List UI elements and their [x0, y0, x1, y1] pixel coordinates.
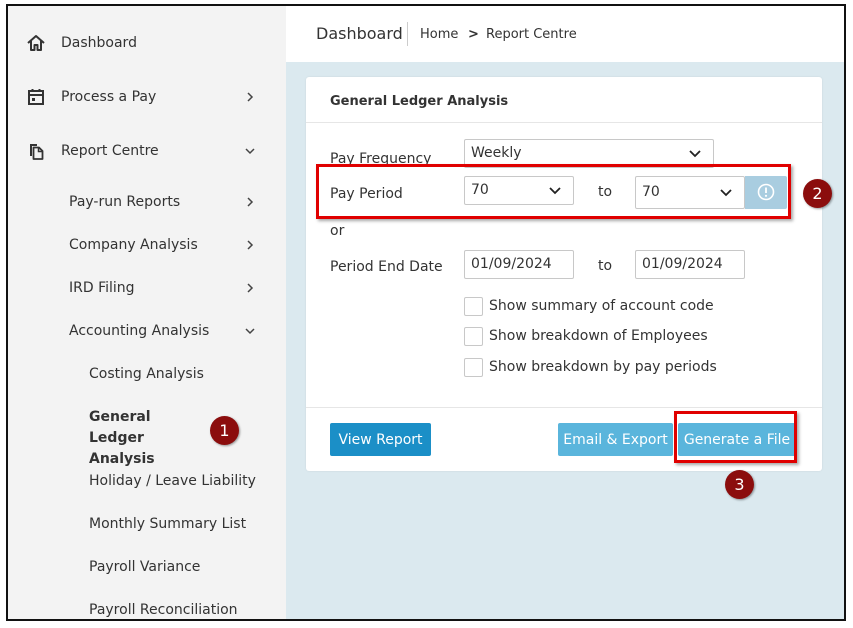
sidebar-item-payroll-reconciliation[interactable]: Payroll Reconciliation — [8, 590, 286, 619]
sidebar-item-pay-run-reports[interactable]: Pay-run Reports — [8, 182, 286, 222]
pay-frequency-value: Weekly — [471, 145, 522, 161]
annotation-box-pay-period — [316, 164, 791, 219]
breakdown-pay-periods-checkbox[interactable] — [464, 357, 483, 377]
annotation-box-generate-file — [674, 411, 797, 463]
breadcrumb-separator: > — [468, 27, 479, 42]
annotation-marker-2: 2 — [803, 179, 832, 208]
chevron-right-icon — [247, 197, 254, 207]
header-divider — [407, 22, 408, 46]
checkbox-label: Show breakdown of Employees — [489, 328, 708, 344]
sidebar-item-process-a-pay[interactable]: Process a Pay — [8, 77, 286, 117]
checkbox-row-breakdown-employees[interactable]: Show breakdown of Employees — [464, 325, 708, 347]
sidebar-item-label: Company Analysis — [69, 237, 198, 253]
home-icon — [27, 35, 45, 51]
sidebar-item-label: Holiday / Leave Liability — [89, 473, 256, 489]
sidebar-item-report-centre[interactable]: Report Centre — [8, 131, 286, 171]
sidebar-item-label: Payroll Reconciliation — [89, 602, 238, 618]
checkbox-label: Show summary of account code — [489, 298, 714, 314]
sidebar-item-label: Monthly Summary List — [89, 516, 247, 532]
sidebar-item-holiday-leave-liability[interactable]: Holiday / Leave Liability — [8, 461, 286, 501]
page-title: Dashboard — [316, 24, 403, 43]
period-end-date-from-value: 01/09/2024 — [471, 256, 552, 272]
sidebar-item-label: Report Centre — [61, 143, 159, 159]
chevron-down-icon — [689, 150, 701, 158]
documents-icon — [30, 144, 44, 160]
chevron-right-icon — [247, 92, 254, 102]
period-end-date-from-input[interactable]: 01/09/2024 — [464, 250, 574, 279]
sidebar-item-label: Accounting Analysis — [69, 323, 210, 339]
chevron-right-icon — [247, 283, 254, 293]
breadcrumb-home[interactable]: Home — [420, 27, 458, 42]
period-end-date-to-value: 01/09/2024 — [642, 256, 723, 272]
sidebar-item-label: Pay-run Reports — [69, 194, 181, 210]
breadcrumb-current: Report Centre — [486, 27, 577, 42]
sidebar-item-costing-analysis[interactable]: Costing Analysis — [8, 354, 286, 394]
card-divider — [306, 122, 822, 123]
card-title: General Ledger Analysis — [330, 94, 509, 109]
summary-account-code-checkbox[interactable] — [464, 296, 483, 316]
or-label: or — [330, 223, 345, 239]
page-header: Dashboard Home > Report Centre — [286, 6, 844, 62]
sidebar-item-company-analysis[interactable]: Company Analysis — [8, 225, 286, 265]
view-report-button[interactable]: View Report — [330, 423, 431, 456]
sidebar-item-label: IRD Filing — [69, 280, 135, 296]
sidebar-item-payroll-variance[interactable]: Payroll Variance — [8, 547, 286, 587]
annotation-marker-3: 3 — [725, 470, 754, 499]
checkbox-label: Show breakdown by pay periods — [489, 359, 717, 375]
sidebar-item-label: Payroll Variance — [89, 559, 201, 575]
email-export-button[interactable]: Email & Export — [558, 423, 673, 456]
sidebar-item-ird-filing[interactable]: IRD Filing — [8, 268, 286, 308]
breakdown-employees-checkbox[interactable] — [464, 326, 483, 346]
chevron-down-icon — [245, 148, 255, 155]
main-content: General Ledger Analysis Pay Frequency We… — [286, 62, 844, 619]
checkbox-row-breakdown-pay-periods[interactable]: Show breakdown by pay periods — [464, 356, 717, 378]
card-divider — [306, 407, 822, 408]
sidebar-item-monthly-summary-list[interactable]: Monthly Summary List — [8, 504, 286, 544]
period-end-date-label: Period End Date — [330, 259, 443, 275]
sidebar-item-accounting-analysis[interactable]: Accounting Analysis — [8, 311, 286, 351]
calendar-icon — [28, 89, 44, 105]
sidebar-item-label: Costing Analysis — [89, 366, 204, 382]
app-window: Dashboard Process a Pay Report Centre Pa… — [6, 4, 846, 621]
period-end-date-to-label: to — [598, 258, 613, 274]
period-end-date-to-input[interactable]: 01/09/2024 — [635, 250, 745, 279]
checkbox-row-summary-account-code[interactable]: Show summary of account code — [464, 295, 714, 317]
sidebar-item-dashboard[interactable]: Dashboard — [8, 23, 286, 63]
sidebar-item-general-ledger-analysis[interactable]: General Ledger Analysis — [8, 406, 286, 467]
chevron-down-icon — [245, 328, 255, 335]
sidebar-item-label: Process a Pay — [61, 89, 157, 105]
chevron-right-icon — [247, 240, 254, 250]
sidebar: Dashboard Process a Pay Report Centre Pa… — [8, 6, 286, 619]
sidebar-item-label: Dashboard — [61, 35, 137, 51]
annotation-marker-1: 1 — [210, 416, 239, 445]
